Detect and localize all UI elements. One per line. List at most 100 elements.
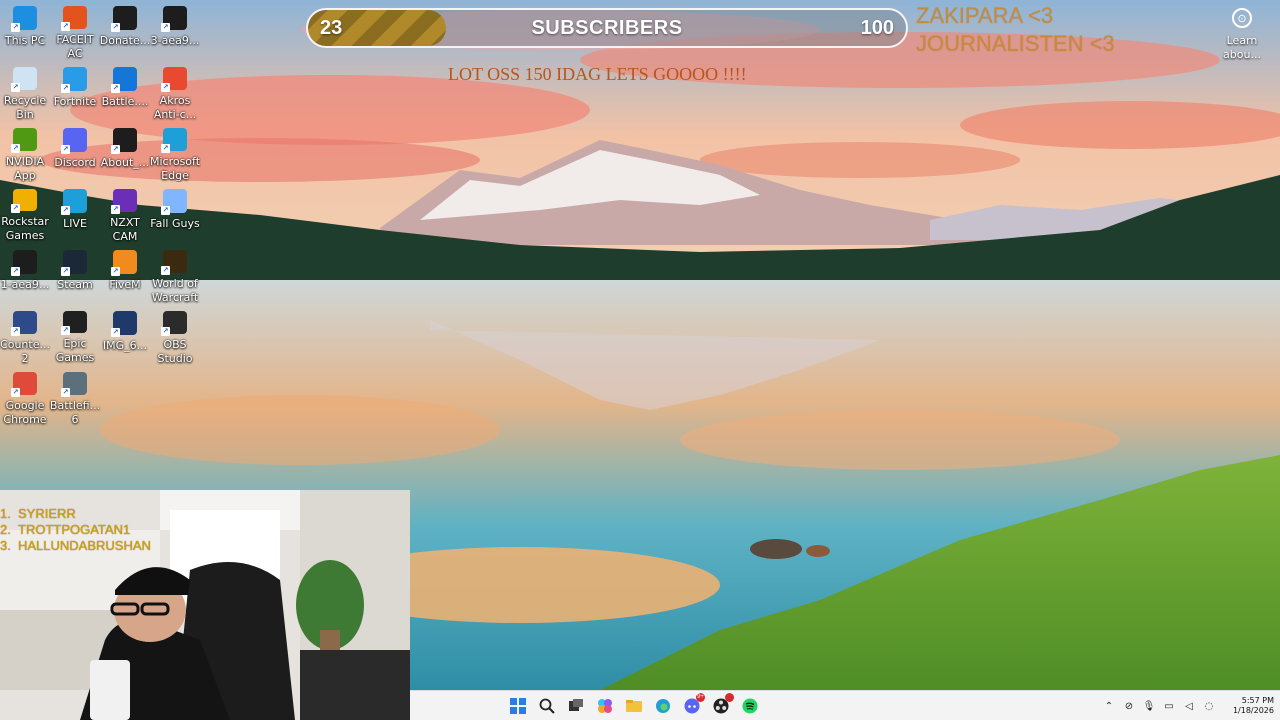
microphone-icon[interactable]: 🎙︎ [1142, 699, 1156, 713]
epic-games-icon: ↗ [61, 311, 87, 335]
recycle-bin-icon: ↗ [11, 67, 37, 93]
shortcut-arrow-icon: ↗ [61, 145, 70, 154]
learn-about-picture-icon: ⊙ [1232, 8, 1252, 28]
file-explorer-icon [626, 700, 642, 712]
shortcut-arrow-icon: ↗ [61, 267, 70, 276]
chevron-up-icon[interactable]: ⌃ [1102, 699, 1116, 713]
desktop-icon-grid: ↗ This PC ↗ FACEIT AC ↗ Donate... ↗ 3-aea9... ↗ R… [0, 0, 200, 490]
edge-icon: ↗ [161, 128, 187, 154]
shortcut-arrow-icon: ↗ [61, 84, 70, 93]
ticker-text: LOT OSS 150 IDAG LETS GOOOO !!!! [448, 64, 747, 84]
desktop-shortcut[interactable]: ↗ Microsoft Edge [150, 122, 200, 182]
start-button[interactable] [508, 696, 528, 716]
faceit-icon: ↗ [61, 6, 87, 32]
shortcut-arrow-icon: ↗ [161, 206, 170, 215]
spotify-taskbar-button[interactable] [740, 696, 760, 716]
cs2-icon: ↗ [11, 311, 37, 337]
discord-notification-badge: 9+ [696, 693, 705, 702]
desktop-shortcut[interactable]: ↗ LIVE [50, 183, 100, 243]
edge-taskbar-button[interactable] [653, 696, 673, 716]
desktop-shortcut-label: Microsoft Edge [149, 155, 201, 182]
desktop-shortcut[interactable]: ↗ Fall Guys [150, 183, 200, 243]
obs-taskbar-button[interactable] [711, 693, 734, 716]
desktop-shortcut[interactable]: ↗ Donate... [100, 0, 150, 60]
desktop-shortcut-label: Akros Anti-c... [153, 94, 197, 121]
desktop-shortcut[interactable]: ↗ Google Chrome [0, 366, 50, 426]
edge-icon [656, 699, 670, 713]
learn-about-picture-label: Learn abou... [1223, 34, 1261, 61]
desktop-shortcut[interactable]: ↗ Rockstar Games ... [0, 183, 50, 243]
display-icon[interactable]: ▭ [1162, 699, 1176, 713]
desktop-shortcut[interactable]: ↗ Steam [50, 244, 100, 304]
shortcut-arrow-icon: ↗ [11, 388, 20, 398]
network-off-icon[interactable]: ⊘ [1122, 699, 1136, 713]
desktop-shortcut[interactable]: ↗ IMG_6... [100, 305, 150, 365]
desktop-shortcut-label: 1-aea9... [0, 278, 50, 291]
file-explorer-button[interactable] [624, 696, 644, 716]
speaker-icon[interactable]: ◁ [1182, 699, 1196, 713]
task-view-icon [569, 699, 583, 711]
desktop-shortcut[interactable]: ↗ FACEIT AC [50, 0, 100, 60]
taskbar-apps: 9+ [508, 691, 760, 720]
desktop-shortcut[interactable]: ↗ Akros Anti-c... [150, 61, 200, 121]
windows-start-icon [510, 698, 526, 714]
desktop-shortcut[interactable]: ↗ World of Warcraft [150, 244, 200, 304]
desktop-shortcut-label: This PC [4, 34, 46, 47]
desktop-shortcut[interactable]: ↗ Counte... 2 [0, 305, 50, 365]
battlefield-icon: ↗ [61, 372, 87, 398]
desktop-shortcut[interactable]: ↗ Fortnite [50, 61, 100, 121]
taskbar-clock[interactable]: 5:57 PM 1/18/2026 [1226, 696, 1274, 716]
search-button[interactable] [537, 696, 557, 716]
clock-date: 1/18/2026 [1232, 706, 1274, 715]
akros-icon: ↗ [161, 67, 187, 93]
shortcut-arrow-icon: ↗ [11, 204, 20, 213]
this-pc-icon: ↗ [11, 6, 37, 32]
desktop-shortcut-label: NVIDIA App [5, 155, 45, 182]
desktop-shortcut[interactable]: ↗ This PC [0, 0, 50, 60]
shortcut-arrow-icon: ↗ [161, 266, 170, 276]
shortcut-arrow-icon: ↗ [61, 206, 70, 215]
desktop-shortcut-label: NZXT CAM [110, 216, 140, 243]
desktop-shortcut[interactable]: ↗ OBS Studio [150, 305, 200, 365]
desktop-shortcut[interactable]: ↗ Battlefi... 6 [50, 366, 100, 426]
desktop-shortcut-label: IMG_6... [102, 339, 148, 352]
desktop-shortcut[interactable]: ↗ Discord [50, 122, 100, 182]
shortcut-arrow-icon: ↗ [161, 23, 170, 32]
task-view-button[interactable] [566, 696, 586, 716]
battlenet-icon: ↗ [111, 67, 137, 93]
fall-guys-icon: ↗ [161, 189, 187, 215]
desktop-shortcut-label: 3-aea9... [150, 34, 200, 47]
shortcut-arrow-icon: ↗ [11, 327, 20, 337]
desktop-shortcut[interactable]: ↗ Epic Games ... [50, 305, 100, 365]
copilot-button[interactable] [595, 696, 615, 716]
desktop-shortcut[interactable]: ↗ NZXT CAM [100, 183, 150, 243]
chrome-icon: ↗ [11, 372, 37, 398]
fortnite-icon: ↗ [61, 67, 87, 93]
desktop-shortcut[interactable]: ↗ Recycle Bin [0, 61, 50, 121]
shortcut-arrow-icon: ↗ [111, 328, 120, 337]
shortcut-arrow-icon: ↗ [11, 267, 20, 276]
desktop-shortcut[interactable]: ↗ FiveM [100, 244, 150, 304]
discord-taskbar-button[interactable]: 9+ [682, 693, 705, 716]
shortcut-arrow-icon: ↗ [111, 145, 120, 154]
edge-icon: ↗ [61, 189, 87, 215]
desktop-shortcut[interactable]: ↗ Battle.... [100, 61, 150, 121]
desktop-shortcut-label: Fall Guys [150, 217, 200, 230]
desktop-shortcut-label: Recycle Bin [3, 94, 47, 121]
recording-indicator [725, 693, 734, 702]
subscriber-goal-title: SUBSCRIBERS [531, 17, 683, 39]
donate-shortcut-icon: ↗ [111, 6, 137, 32]
chat-icon[interactable]: ◌ [1202, 699, 1216, 713]
shortcut-arrow-icon: ↗ [161, 327, 170, 337]
clock-time: 5:57 PM [1241, 696, 1274, 705]
desktop-shortcut-label: OBS Studio [157, 338, 193, 365]
learn-about-picture-shortcut[interactable]: ⊙ Learn abou... [1218, 6, 1266, 64]
desktop-shortcut[interactable]: ↗ 1-aea9... [0, 244, 50, 304]
desktop-shortcut[interactable]: ↗ 3-aea9... [150, 0, 200, 60]
list-item: 1. SYRIERR [0, 506, 76, 521]
shortcut-arrow-icon: ↗ [61, 388, 70, 398]
desktop-shortcut-label: Fortnite [53, 95, 97, 108]
desktop-shortcut[interactable]: ↗ About_... [100, 122, 150, 182]
desktop-shortcut[interactable]: ↗ NVIDIA App [0, 122, 50, 182]
wow-icon: ↗ [161, 250, 187, 276]
